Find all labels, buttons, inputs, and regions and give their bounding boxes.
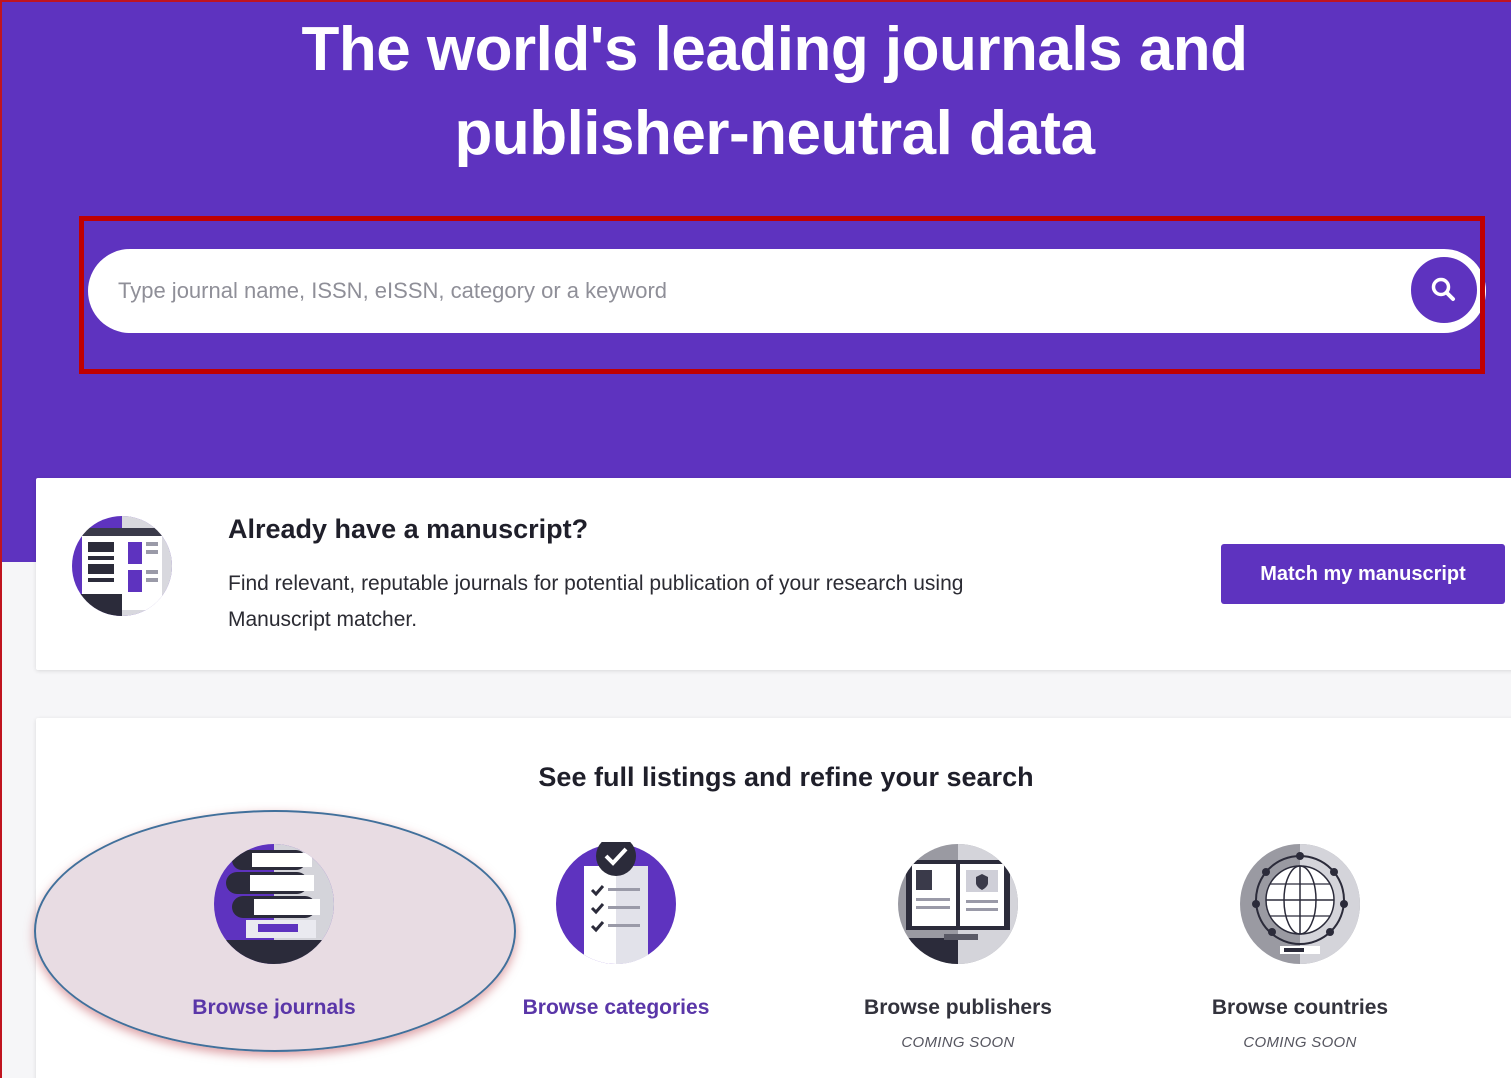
manuscript-heading: Already have a manuscript? [228,514,589,544]
globe-icon [1240,844,1360,964]
browse-countries-coming-soon: COMING SOON [1243,1034,1357,1051]
browse-card: See full listings and refine your search [34,718,1511,1078]
match-manuscript-button[interactable]: Match my manuscript [1221,544,1505,604]
browse-journals-link[interactable]: Browse journals [144,842,404,1072]
hero-title-line-1: The world's leading journals and [301,15,1248,84]
manuscript-description: Find relevant, reputable journals for po… [228,572,964,631]
browse-categories-link[interactable]: Browse categories [486,842,746,1072]
manuscript-matcher-card: Already have a manuscript? Find relevant… [36,478,1511,670]
browse-heading: See full listings and refine your search [538,762,1034,792]
books-stack-icon [214,844,334,964]
browse-countries-label: Browse countries [1211,996,1389,1019]
open-book-icon [898,844,1018,964]
search-annotation-box [79,216,1485,374]
browse-journals-label: Browse journals [192,996,356,1019]
hero-title: The world's leading journals and publish… [2,8,1511,176]
checklist-icon [556,842,676,964]
browse-categories-label: Browse categories [522,996,710,1019]
browse-publishers-link[interactable]: Browse publishers COMING SOON [828,842,1088,1072]
page: The world's leading journals and publish… [0,0,1511,1078]
manuscript-icon [72,516,172,616]
browse-countries-link[interactable]: Browse countries COMING SOON [1170,842,1430,1072]
browse-publishers-label: Browse publishers [864,996,1052,1019]
hero-title-line-2: publisher-neutral data [454,99,1095,168]
browse-publishers-coming-soon: COMING SOON [901,1034,1015,1051]
